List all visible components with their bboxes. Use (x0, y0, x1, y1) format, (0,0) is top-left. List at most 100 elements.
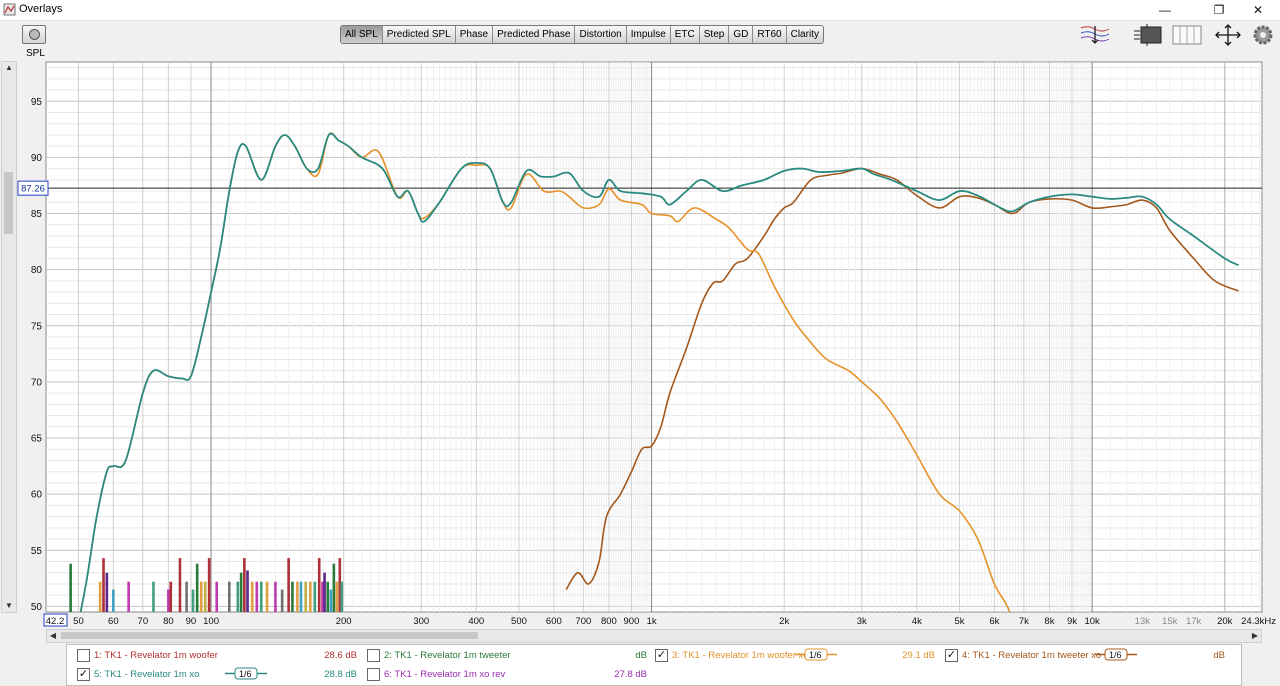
pan-zoom-icon[interactable] (1213, 23, 1243, 47)
x-tick-label: 1k (647, 616, 657, 627)
spl-bar (203, 581, 207, 612)
spl-bar (317, 558, 321, 612)
x-tick-label: 400 (468, 616, 484, 627)
y-tick-label: 95 (31, 97, 43, 108)
cursor-value-label: 87.26 (21, 184, 45, 195)
scroll-right-arrow-icon[interactable]: ▶ (1249, 630, 1261, 642)
legend-value: 28.6 dB (324, 650, 357, 661)
camera-icon[interactable] (22, 25, 46, 44)
tab-impulse[interactable]: Impulse (627, 26, 671, 43)
window-title: Overlays (19, 3, 63, 15)
x-tick-label: 4k (912, 616, 922, 627)
x-tick-label: 8k (1044, 616, 1054, 627)
horizontal-scroll-thumb[interactable] (61, 632, 478, 639)
spl-bar (326, 581, 330, 612)
x-tick-label: 200 (336, 616, 352, 627)
trace-arrange-icon[interactable] (1080, 23, 1110, 47)
horizontal-scrollbar[interactable]: ◀ ▶ (46, 629, 1262, 643)
spl-bar (323, 572, 326, 612)
y-tick-label: 80 (31, 265, 43, 276)
legend-checkbox-1[interactable] (77, 649, 90, 662)
x-tick-label: 5k (954, 616, 964, 627)
x-tick-label: 3k (857, 616, 867, 627)
tab-step[interactable]: Step (700, 26, 730, 43)
x-tick-label: 2k (779, 616, 789, 627)
spl-bar (185, 581, 188, 612)
tab-predicted-phase[interactable]: Predicted Phase (493, 26, 576, 43)
spl-bar (329, 589, 333, 612)
spl-bar (335, 581, 339, 612)
x-tick-label: 20k (1217, 616, 1233, 627)
spl-bar (236, 581, 240, 612)
x-tick-label: 500 (511, 616, 527, 627)
spl-bar (332, 563, 336, 612)
limits-icon[interactable] (1133, 23, 1163, 47)
legend-checkbox-6[interactable] (367, 668, 380, 681)
tab-distortion[interactable]: Distortion (575, 26, 627, 43)
y-tick-label: 55 (31, 546, 43, 557)
spl-bar (98, 581, 102, 612)
tab-all-spl[interactable]: All SPL (341, 26, 383, 43)
legend-item-5[interactable]: ✓ 5: TK1 - Revelator 1m xo 1/6 28.8 dB (77, 666, 357, 682)
legend-item-2[interactable]: 2: TK1 - Revelator 1m tweeter dB (367, 647, 647, 663)
tab-etc[interactable]: ETC (671, 26, 700, 43)
minimize-button[interactable]: — (1142, 0, 1188, 20)
scroll-left-arrow-icon[interactable]: ◀ (47, 630, 59, 642)
x-tick-label: 60 (108, 616, 119, 627)
tab-phase[interactable]: Phase (456, 26, 494, 43)
spl-bar (227, 581, 231, 612)
x-tick-label: 6k (989, 616, 999, 627)
x-tick-label: 600 (546, 616, 562, 627)
y-tick-label: 90 (31, 153, 43, 164)
legend-checkbox-2[interactable] (367, 649, 380, 662)
legend-item-6[interactable]: 6: TK1 - Revelator 1m xo rev 27.8 dB (367, 666, 647, 682)
tab-rt60[interactable]: RT60 (753, 26, 787, 43)
spl-bar (246, 570, 249, 612)
x-tick-label: 13k (1135, 616, 1151, 627)
tab-gd[interactable]: GD (729, 26, 754, 43)
spl-bar (127, 581, 130, 612)
gear-icon[interactable] (1250, 23, 1280, 47)
y-tick-label: 50 (31, 602, 43, 613)
spl-graph[interactable]: 50 55 60 65 70 75 80 85 90 95 50 60 70 80 90 100 200 300 4… (0, 60, 1280, 630)
spl-bar (191, 589, 195, 612)
toolbar: SPL All SPL Predicted SPL Phase Predicted P… (0, 21, 1280, 61)
spl-bar (340, 581, 344, 612)
close-button[interactable]: ✕ (1235, 0, 1280, 20)
x-tick-label: 80 (163, 616, 174, 627)
spl-bar (255, 581, 259, 612)
smoothing-label: 1/6 (239, 669, 252, 679)
legend-checkbox-5[interactable]: ✓ (77, 668, 90, 681)
spl-bar (167, 589, 170, 612)
legend-label: 6: TK1 - Revelator 1m xo rev (384, 669, 506, 680)
legend-checkbox-3[interactable]: ✓ (655, 649, 668, 662)
legend-checkbox-4[interactable]: ✓ (945, 649, 958, 662)
legend-item-1[interactable]: 1: TK1 - Revelator 1m woofer 28.6 dB (77, 647, 357, 663)
x-tick-label: 900 (624, 616, 640, 627)
spl-bar (313, 581, 317, 612)
tab-predicted-spl[interactable]: Predicted SPL (383, 26, 456, 43)
x-tick-label: 10k (1084, 616, 1100, 627)
x-tick-label: 300 (413, 616, 429, 627)
x-tick-label: 15k (1162, 616, 1178, 627)
legend-item-3[interactable]: ✓ 3: TK1 - Revelator 1m woofer xo 1/6 29.1 … (655, 647, 935, 663)
x-tick-label: 700 (575, 616, 591, 627)
x-tick-label: 7k (1019, 616, 1029, 627)
x-tick-label: 17k (1186, 616, 1202, 627)
controls-icon[interactable] (1172, 23, 1202, 47)
legend-label: 5: TK1 - Revelator 1m xo (94, 669, 200, 680)
spl-bar (105, 572, 109, 612)
spl-bar (243, 558, 246, 612)
legend-item-4[interactable]: ✓ 4: TK1 - Revelator 1m tweeter xo 1/6 dB (945, 647, 1225, 663)
spl-bar (280, 589, 284, 612)
x-tick-label: 100 (203, 616, 219, 627)
legend-value: 27.8 dB (614, 669, 647, 680)
x-tick-label: 90 (186, 616, 197, 627)
app-icon (3, 3, 16, 16)
spl-bar (250, 581, 254, 612)
y-tick-label: 60 (31, 490, 43, 501)
spl-bar (299, 581, 303, 612)
spl-bar (287, 558, 290, 612)
legend-value: dB (1213, 650, 1225, 661)
tab-clarity[interactable]: Clarity (787, 26, 823, 43)
